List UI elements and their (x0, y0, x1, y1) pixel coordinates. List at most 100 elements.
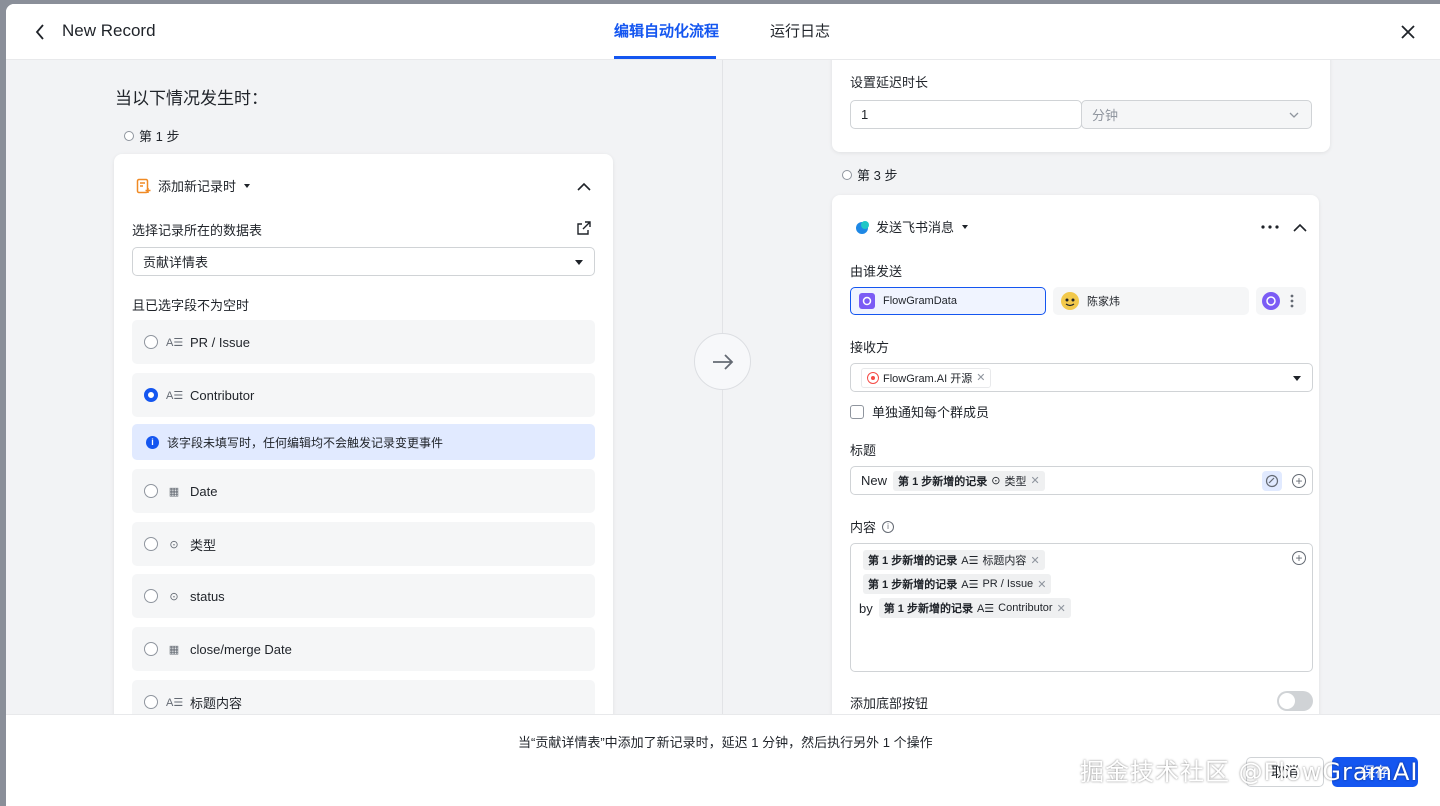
tab-edit-flow[interactable]: 编辑自动化流程 (614, 20, 719, 41)
feishu-icon (856, 220, 869, 234)
close-icon (1401, 25, 1415, 39)
remove-chip-icon[interactable]: ✕ (976, 371, 985, 384)
record-ref-chip: 第 1 步新增的记录 ⊙ 类型 ✕ (893, 470, 1045, 491)
bottom-button-toggle[interactable] (1277, 691, 1313, 711)
table-select-label: 选择记录所在的数据表 (132, 223, 263, 238)
select-field-icon: ⊙ (169, 590, 179, 603)
fields-label: 且已选字段不为空时 (132, 298, 250, 313)
more-vertical-icon (1290, 294, 1294, 308)
info-banner: i 该字段未填写时，任何编辑均不会触发记录变更事件 (132, 424, 595, 460)
text-field-icon: A☰ (961, 554, 979, 567)
trigger-card: 添加新记录时 选择记录所在的数据表 贡献详情表 且已选字段不为空时 A☰ PR … (114, 154, 613, 714)
info-icon: i (146, 435, 159, 449)
back-button[interactable] (30, 22, 50, 42)
flow-summary: 当“贡献详情表”中添加了新记录时，延迟 1 分钟，然后执行另外 1 个操作 (518, 735, 933, 750)
collapse-button[interactable] (1291, 219, 1309, 235)
title-label: 标题 (850, 443, 877, 458)
step-dot-icon (842, 169, 852, 180)
remove-chip-icon[interactable]: ✕ (1037, 578, 1046, 591)
field-option[interactable]: ▦ close/merge Date (132, 627, 595, 671)
field-option[interactable]: A☰ Contributor (132, 373, 595, 417)
chevron-left-icon (35, 24, 44, 40)
record-ref-chip: 第 1 步新增的记录 A☰ 标题内容 ✕ (863, 550, 1045, 570)
caret-down-icon (1293, 376, 1301, 381)
radio-icon[interactable] (144, 642, 158, 656)
avatar-icon (1061, 292, 1079, 310)
top-bar: New Record 编辑自动化流程 运行日志 (6, 4, 1440, 60)
field-option[interactable]: A☰ 标题内容 (132, 680, 595, 714)
remove-chip-icon[interactable]: ✕ (1030, 554, 1039, 567)
title-input[interactable]: New 第 1 步新增的记录 ⊙ 类型 ✕ + (850, 466, 1313, 495)
more-horizontal-icon (1261, 225, 1279, 229)
receiver-select[interactable]: FlowGram.AI 开源 ✕ (850, 363, 1313, 392)
text-field-icon: A☰ (166, 389, 184, 402)
content-editor[interactable]: 第 1 步新增的记录 A☰ 标题内容 ✕ 第 1 步新增的记录 A☰ PR / … (850, 543, 1313, 672)
record-ref-chip: 第 1 步新增的记录 A☰ PR / Issue ✕ (863, 574, 1052, 594)
bot-circle-icon (1262, 292, 1280, 310)
group-icon (867, 371, 879, 384)
trigger-heading: 当以下情况发生时： (115, 89, 268, 108)
content-line: 第 1 步新增的记录 A☰ 标题内容 ✕ (859, 548, 1304, 572)
delay-label: 设置延迟时长 (850, 75, 929, 90)
delay-input[interactable]: 1 (850, 100, 1082, 129)
more-options-button[interactable] (1260, 221, 1280, 233)
close-button[interactable] (1398, 22, 1418, 42)
field-option[interactable]: A☰ PR / Issue (132, 320, 595, 364)
add-field-icon[interactable]: + (1292, 474, 1306, 488)
date-field-icon: ▦ (168, 485, 180, 498)
sender-label: 由谁发送 (850, 264, 903, 279)
radio-icon[interactable] (144, 335, 158, 349)
page-title: New Record (62, 21, 156, 40)
automation-modal: New Record 编辑自动化流程 运行日志 当以下情况发生时： 第 1 步 … (6, 4, 1440, 806)
field-option[interactable]: ⊙ 类型 (132, 522, 595, 566)
chevron-up-icon (1293, 223, 1307, 232)
remove-chip-icon[interactable]: ✕ (1030, 474, 1039, 487)
radio-icon[interactable] (144, 537, 158, 551)
ai-insert-button[interactable] (1262, 471, 1282, 491)
trigger-type-selector[interactable]: 添加新记录时 (136, 176, 252, 195)
active-tab-indicator (614, 56, 716, 59)
select-field-icon: ⊙ (991, 475, 1001, 487)
radio-icon[interactable] (144, 484, 158, 498)
add-field-icon[interactable]: + (1292, 551, 1306, 565)
action-type-selector[interactable]: 发送飞书消息 (854, 217, 970, 236)
action-card: 发送飞书消息 由谁发送 FlowGramData 陈家炜 接收方 FlowGra… (832, 195, 1319, 714)
radio-icon[interactable] (144, 589, 158, 603)
text-field-icon: A☰ (166, 336, 184, 349)
flow-canvas: 当以下情况发生时： 第 1 步 添加新记录时 选择记录所在的数据表 贡献详情表 (6, 60, 1440, 714)
sender-user-option[interactable]: 陈家炜 (1053, 287, 1249, 315)
step-dot-icon (124, 130, 134, 141)
open-table-button[interactable] (576, 220, 592, 236)
table-select[interactable]: 贡献详情表 (132, 247, 595, 276)
radio-icon[interactable] (144, 695, 158, 709)
info-circle-icon: i (882, 520, 895, 533)
delay-unit-select[interactable]: 分钟 (1081, 100, 1312, 129)
caret-down-icon (575, 260, 583, 265)
sender-more-option[interactable] (1256, 287, 1306, 315)
collapse-button[interactable] (575, 178, 593, 194)
content-label: 内容 i (850, 517, 895, 536)
add-record-icon (136, 178, 151, 193)
text-field-icon: A☰ (166, 696, 184, 709)
field-option[interactable]: ▦ Date (132, 469, 595, 513)
date-field-icon: ▦ (168, 643, 180, 656)
flow-arrow (694, 333, 751, 390)
field-option[interactable]: ⊙ status (132, 574, 595, 618)
receiver-chip: FlowGram.AI 开源 ✕ (861, 367, 992, 388)
content-line: 第 1 步新增的记录 A☰ PR / Issue ✕ (859, 572, 1304, 596)
caret-down-icon (962, 224, 969, 229)
external-link-icon (577, 221, 591, 235)
bot-icon (859, 293, 875, 309)
text-field-icon: A☰ (976, 602, 995, 615)
watermark: 掘金技术社区 @FlowGramAI (1080, 758, 1419, 786)
ai-icon (1265, 474, 1279, 488)
tab-run-log[interactable]: 运行日志 (770, 20, 830, 41)
chevron-up-icon (577, 182, 591, 191)
content-line: by 第 1 步新增的记录 A☰ Contributor ✕ (859, 596, 1304, 620)
sender-bot-option[interactable]: FlowGramData (850, 287, 1046, 315)
select-field-icon: ⊙ (169, 538, 179, 551)
checkbox-icon[interactable] (850, 404, 864, 419)
remove-chip-icon[interactable]: ✕ (1057, 602, 1066, 615)
notify-each-checkbox[interactable]: 单独通知每个群成员 (850, 402, 989, 421)
radio-selected-icon[interactable] (144, 388, 158, 402)
